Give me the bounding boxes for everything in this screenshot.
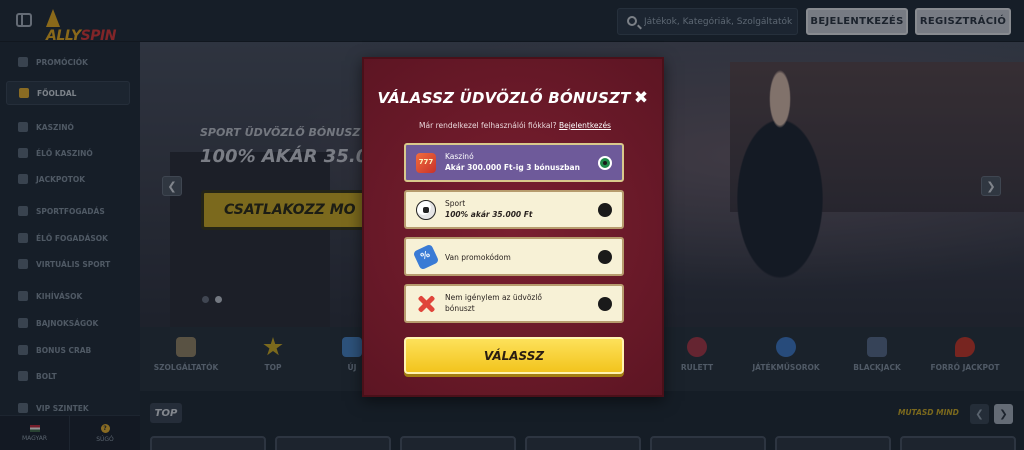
option-description: Akár 300.000 Ft-ig 3 bónuszban <box>445 163 580 172</box>
bonus-option-sport[interactable]: Sport 100% akár 35.000 Ft <box>404 190 624 229</box>
option-text: Kaszinó Akár 300.000 Ft-ig 3 bónuszban <box>445 151 593 173</box>
radio-selected-icon[interactable] <box>598 156 612 170</box>
option-title: Nem igénylem az üdvözlő bónuszt <box>445 293 543 313</box>
login-prompt-text: Már rendelkezel felhasználói fiókkal? <box>419 121 557 130</box>
option-title: Kaszinó <box>445 152 474 161</box>
soccer-ball-icon <box>416 200 436 220</box>
option-title: Sport <box>445 199 466 208</box>
radio-icon[interactable] <box>598 203 612 217</box>
option-text: Sport 100% akár 35.000 Ft <box>445 198 593 220</box>
option-text: Nem igénylem az üdvözlő bónuszt <box>445 292 565 314</box>
option-text: Van promokódom <box>445 252 593 263</box>
radio-icon[interactable] <box>598 250 612 264</box>
close-icon[interactable]: ✖ <box>632 89 650 107</box>
option-title: Van promokódom <box>445 253 511 262</box>
bonus-option-promo-code[interactable]: Van promokódom <box>404 237 624 276</box>
radio-icon[interactable] <box>598 297 612 311</box>
bonus-option-decline[interactable]: Nem igénylem az üdvözlő bónuszt <box>404 284 624 323</box>
decline-x-icon <box>416 294 436 314</box>
promo-ticket-icon <box>412 243 440 271</box>
modal-subtitle: Már rendelkezel felhasználói fiókkal? Be… <box>364 121 666 130</box>
choose-bonus-button[interactable]: Válassz <box>404 337 624 374</box>
slot-machine-icon <box>416 153 436 173</box>
welcome-bonus-modal: Válassz üdvözlő bónuszt ✖ Már rendelkeze… <box>362 57 664 397</box>
modal-title: Válassz üdvözlő bónuszt <box>377 89 631 107</box>
option-description: 100% akár 35.000 Ft <box>445 210 533 219</box>
bonus-option-casino[interactable]: Kaszinó Akár 300.000 Ft-ig 3 bónuszban <box>404 143 624 182</box>
login-link[interactable]: Bejelentkezés <box>559 121 611 130</box>
